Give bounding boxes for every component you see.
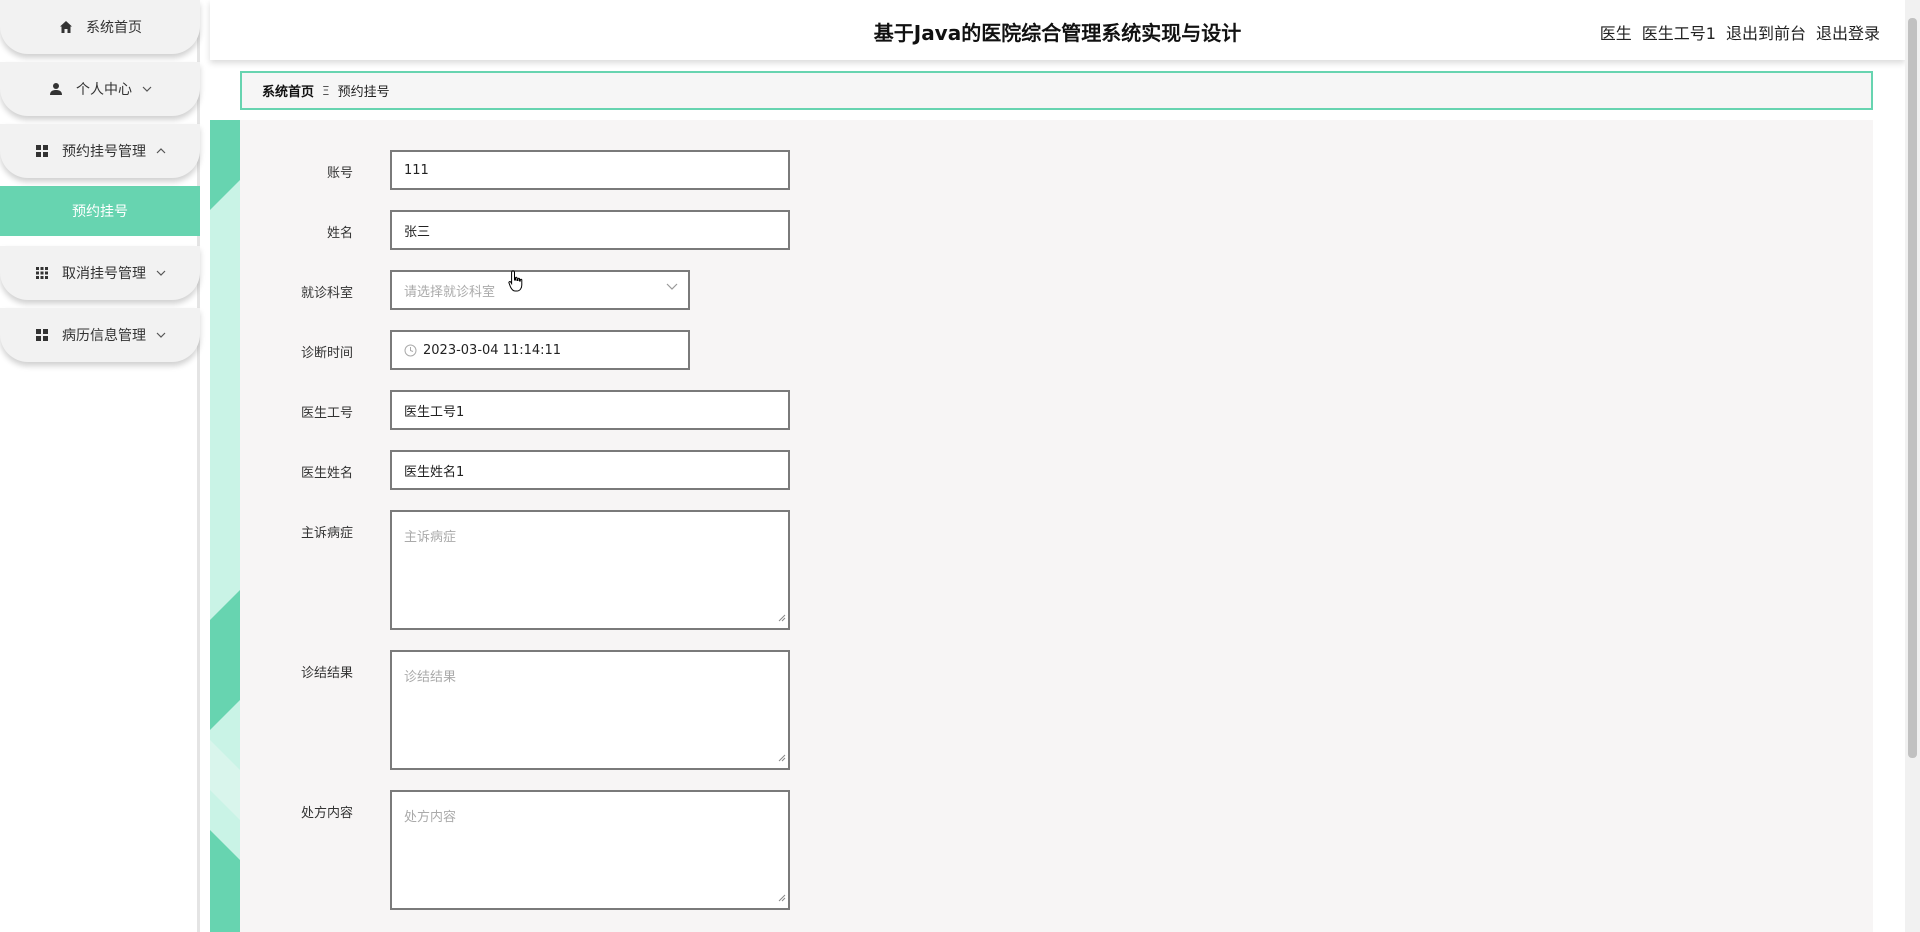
- chevron-down-icon: [156, 270, 166, 276]
- sidebar-item-profile[interactable]: 个人中心: [0, 62, 200, 116]
- decorative-strip: [210, 120, 240, 932]
- sidebar-item-appointment-management[interactable]: 预约挂号管理: [0, 124, 200, 178]
- chevron-down-icon: [666, 283, 678, 291]
- sidebar-item-label: 预约挂号管理: [62, 144, 146, 160]
- diagnosis-time-value: 2023-03-04 11:14:11: [423, 342, 562, 358]
- doctor-id-label: 医生工号: [300, 406, 353, 421]
- sidebar-item-label: 系统首页: [86, 20, 142, 36]
- sidebar-item-label: 取消挂号管理: [62, 266, 146, 282]
- prescription-label: 处方内容: [300, 806, 353, 821]
- breadcrumb: 系统首页 Ξ 预约挂号: [240, 71, 1873, 110]
- department-select[interactable]: 请选择就诊科室: [390, 270, 690, 310]
- diagnosis-time-picker[interactable]: 2023-03-04 11:14:11: [390, 330, 690, 370]
- resize-handle-icon[interactable]: [778, 891, 786, 906]
- account-field[interactable]: 111: [390, 150, 790, 190]
- sidebar-item-home[interactable]: 系统首页: [0, 0, 200, 54]
- doctor-id-value: 医生工号1: [404, 404, 465, 420]
- grid9-icon: [34, 265, 50, 281]
- prescription-placeholder: 处方内容: [404, 810, 457, 825]
- department-label: 就诊科室: [300, 286, 353, 301]
- result-label: 诊结结果: [300, 666, 353, 681]
- resize-handle-icon[interactable]: [778, 751, 786, 766]
- sidebar: 系统首页 个人中心 预约挂号管理 预约挂号 取消挂号管理 病历信息管理: [0, 0, 200, 932]
- top-header: 基于Java的医院综合管理系统实现与设计 医生 医生工号1 退出到前台 退出登录: [210, 0, 1905, 60]
- name-field[interactable]: 张三: [390, 210, 790, 250]
- hand-cursor-icon: [508, 270, 524, 296]
- sidebar-item-label: 个人中心: [76, 82, 132, 98]
- page-scrollbar[interactable]: [1905, 0, 1920, 932]
- account-label: 账号: [326, 166, 353, 181]
- sidebar-item-medical-records[interactable]: 病历信息管理: [0, 308, 200, 362]
- grid-icon: [34, 143, 50, 159]
- chevron-down-icon: [156, 332, 166, 338]
- prescription-textarea[interactable]: 处方内容: [390, 790, 790, 910]
- doctor-name-field[interactable]: 医生姓名1: [390, 450, 790, 490]
- header-user-area: 医生 医生工号1 退出到前台 退出登录: [1600, 20, 1880, 44]
- clock-icon: [404, 344, 417, 357]
- complaint-label: 主诉病症: [300, 526, 353, 541]
- breadcrumb-home[interactable]: 系统首页: [262, 81, 314, 100]
- home-icon: [58, 19, 74, 35]
- breadcrumb-separator: Ξ: [322, 83, 330, 98]
- sidebar-subitem-label: 预约挂号: [72, 204, 128, 220]
- user-role: 医生: [1599, 24, 1632, 43]
- department-placeholder: 请选择就诊科室: [404, 284, 496, 300]
- resize-handle-icon[interactable]: [778, 611, 786, 626]
- complaint-textarea[interactable]: 主诉病症: [390, 510, 790, 630]
- complaint-placeholder: 主诉病症: [404, 530, 457, 545]
- sidebar-item-cancel-management[interactable]: 取消挂号管理: [0, 246, 200, 300]
- scrollbar-thumb[interactable]: [1908, 18, 1917, 758]
- account-value: 111: [404, 162, 429, 178]
- sidebar-item-label: 病历信息管理: [62, 328, 146, 344]
- name-label: 姓名: [326, 226, 353, 241]
- doctor-name-label: 医生姓名: [300, 466, 353, 481]
- doctor-name-value: 医生姓名1: [404, 464, 465, 480]
- logout-link[interactable]: 退出登录: [1816, 20, 1880, 44]
- name-value: 张三: [404, 224, 431, 240]
- appointment-form: 账号 111 姓名 张三 就诊科室 请选择就诊科室 诊断时间 2023-03-0…: [240, 120, 1873, 932]
- user-name: 医生工号1: [1641, 24, 1716, 43]
- chevron-down-icon: [142, 86, 152, 92]
- diagnosis-time-label: 诊断时间: [300, 346, 353, 361]
- grid-icon: [34, 327, 50, 343]
- sidebar-subitem-appointment[interactable]: 预约挂号: [0, 186, 200, 236]
- user-icon: [48, 81, 64, 97]
- result-textarea[interactable]: 诊结结果: [390, 650, 790, 770]
- chevron-up-icon: [156, 148, 166, 154]
- result-placeholder: 诊结结果: [404, 670, 457, 685]
- exit-to-front-link[interactable]: 退出到前台: [1726, 20, 1806, 44]
- doctor-id-field[interactable]: 医生工号1: [390, 390, 790, 430]
- breadcrumb-current: 预约挂号: [337, 85, 390, 100]
